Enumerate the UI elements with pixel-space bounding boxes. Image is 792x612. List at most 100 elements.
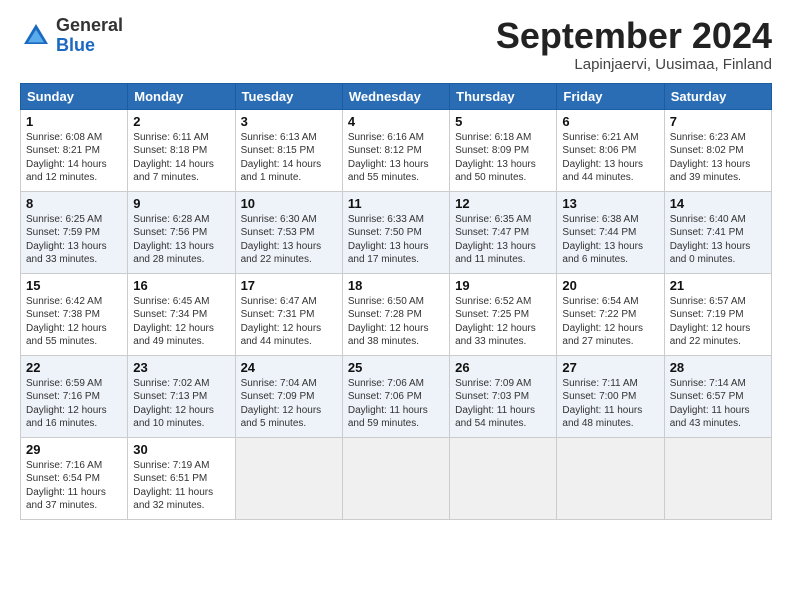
- day-number: 4: [348, 114, 444, 129]
- day-number: 17: [241, 278, 337, 293]
- table-row: [557, 437, 664, 519]
- table-row: 7Sunrise: 6:23 AM Sunset: 8:02 PM Daylig…: [664, 109, 771, 191]
- day-number: 2: [133, 114, 229, 129]
- day-number: 26: [455, 360, 551, 375]
- table-row: 10 Sunrise: 6:30 AM Sunset: 7:53 PM Dayli…: [235, 191, 342, 273]
- table-row: 15 Sunrise: 6:42 AM Sunset: 7:38 PM Dayli…: [21, 273, 128, 355]
- day-number: 13: [562, 196, 658, 211]
- page: General Blue September 2024 Lapinjaervi,…: [0, 0, 792, 530]
- table-row: 11Sunrise: 6:33 AM Sunset: 7:50 PM Dayli…: [342, 191, 449, 273]
- day-info: Sunrise: 6:21 AM Sunset: 8:06 PM Dayligh…: [562, 131, 658, 185]
- col-tuesday: Tuesday: [235, 83, 342, 109]
- col-sunday: Sunday: [21, 83, 128, 109]
- day-info: Sunrise: 7:06 AM Sunset: 7:06 PM Dayligh…: [348, 377, 444, 431]
- day-info: Sunrise: 7:02 AM Sunset: 7:13 PM Dayligh…: [133, 377, 229, 431]
- day-info: Sunrise: 7:16 AM Sunset: 6:54 PM Dayligh…: [26, 459, 122, 513]
- day-info: Sunrise: 7:11 AM Sunset: 7:00 PM Dayligh…: [562, 377, 658, 431]
- table-row: 4 Sunrise: 6:16 AM Sunset: 8:12 PM Daylig…: [342, 109, 449, 191]
- table-row: 2 Sunrise: 6:11 AM Sunset: 8:18 PM Daylig…: [128, 109, 235, 191]
- table-row: [342, 437, 449, 519]
- day-info: Sunrise: 6:11 AM Sunset: 8:18 PM Dayligh…: [133, 131, 229, 185]
- title-block: September 2024 Lapinjaervi, Uusimaa, Fin…: [496, 16, 772, 73]
- day-info: Sunrise: 6:45 AM Sunset: 7:34 PM Dayligh…: [133, 295, 229, 349]
- logo-text: General Blue: [56, 16, 123, 56]
- day-number: 15: [26, 278, 122, 293]
- day-number: 30: [133, 442, 229, 457]
- day-number: 8: [26, 196, 122, 211]
- day-info: Sunrise: 6:47 AM Sunset: 7:31 PM Dayligh…: [241, 295, 337, 349]
- day-info: Sunrise: 7:04 AM Sunset: 7:09 PM Dayligh…: [241, 377, 337, 431]
- day-info: Sunrise: 6:08 AM Sunset: 8:21 PM Dayligh…: [26, 131, 122, 185]
- day-info: Sunrise: 6:35 AM Sunset: 7:47 PM Dayligh…: [455, 213, 551, 267]
- logo: General Blue: [20, 16, 123, 56]
- day-number: 29: [26, 442, 122, 457]
- table-row: 25 Sunrise: 7:06 AM Sunset: 7:06 PM Dayli…: [342, 355, 449, 437]
- logo-general: General: [56, 16, 123, 36]
- header: General Blue September 2024 Lapinjaervi,…: [20, 16, 772, 73]
- table-row: 21 Sunrise: 6:57 AM Sunset: 7:19 PM Dayli…: [664, 273, 771, 355]
- table-row: 29 Sunrise: 7:16 AM Sunset: 6:54 PM Dayli…: [21, 437, 128, 519]
- table-row: 5Sunrise: 6:18 AM Sunset: 8:09 PM Daylig…: [450, 109, 557, 191]
- calendar-row: 1 Sunrise: 6:08 AM Sunset: 8:21 PM Daylig…: [21, 109, 772, 191]
- day-number: 6: [562, 114, 658, 129]
- day-number: 7: [670, 114, 766, 129]
- table-row: 28 Sunrise: 7:14 AM Sunset: 6:57 PM Dayli…: [664, 355, 771, 437]
- col-thursday: Thursday: [450, 83, 557, 109]
- day-number: 14: [670, 196, 766, 211]
- day-info: Sunrise: 6:28 AM Sunset: 7:56 PM Dayligh…: [133, 213, 229, 267]
- day-number: 22: [26, 360, 122, 375]
- col-saturday: Saturday: [664, 83, 771, 109]
- day-number: 21: [670, 278, 766, 293]
- day-number: 24: [241, 360, 337, 375]
- logo-blue: Blue: [56, 36, 123, 56]
- table-row: 3Sunrise: 6:13 AM Sunset: 8:15 PM Daylig…: [235, 109, 342, 191]
- day-number: 9: [133, 196, 229, 211]
- table-row: 23 Sunrise: 7:02 AM Sunset: 7:13 PM Dayli…: [128, 355, 235, 437]
- table-row: [235, 437, 342, 519]
- table-row: 30Sunrise: 7:19 AM Sunset: 6:51 PM Dayli…: [128, 437, 235, 519]
- table-row: 6 Sunrise: 6:21 AM Sunset: 8:06 PM Daylig…: [557, 109, 664, 191]
- day-info: Sunrise: 6:38 AM Sunset: 7:44 PM Dayligh…: [562, 213, 658, 267]
- day-info: Sunrise: 6:30 AM Sunset: 7:53 PM Dayligh…: [241, 213, 337, 267]
- col-friday: Friday: [557, 83, 664, 109]
- table-row: 8Sunrise: 6:25 AM Sunset: 7:59 PM Daylig…: [21, 191, 128, 273]
- day-info: Sunrise: 7:09 AM Sunset: 7:03 PM Dayligh…: [455, 377, 551, 431]
- day-number: 25: [348, 360, 444, 375]
- day-info: Sunrise: 6:57 AM Sunset: 7:19 PM Dayligh…: [670, 295, 766, 349]
- day-number: 28: [670, 360, 766, 375]
- day-info: Sunrise: 6:54 AM Sunset: 7:22 PM Dayligh…: [562, 295, 658, 349]
- day-info: Sunrise: 7:14 AM Sunset: 6:57 PM Dayligh…: [670, 377, 766, 431]
- table-row: 1 Sunrise: 6:08 AM Sunset: 8:21 PM Daylig…: [21, 109, 128, 191]
- table-row: 26 Sunrise: 7:09 AM Sunset: 7:03 PM Dayli…: [450, 355, 557, 437]
- day-number: 12: [455, 196, 551, 211]
- day-info: Sunrise: 6:59 AM Sunset: 7:16 PM Dayligh…: [26, 377, 122, 431]
- day-number: 19: [455, 278, 551, 293]
- day-info: Sunrise: 6:40 AM Sunset: 7:41 PM Dayligh…: [670, 213, 766, 267]
- day-info: Sunrise: 6:42 AM Sunset: 7:38 PM Dayligh…: [26, 295, 122, 349]
- day-number: 10: [241, 196, 337, 211]
- table-row: 24 Sunrise: 7:04 AM Sunset: 7:09 PM Dayli…: [235, 355, 342, 437]
- table-row: 13 Sunrise: 6:38 AM Sunset: 7:44 PM Dayli…: [557, 191, 664, 273]
- table-row: 19 Sunrise: 6:52 AM Sunset: 7:25 PM Dayli…: [450, 273, 557, 355]
- table-row: 27 Sunrise: 7:11 AM Sunset: 7:00 PM Dayli…: [557, 355, 664, 437]
- calendar-table: Sunday Monday Tuesday Wednesday Thursday…: [20, 83, 772, 520]
- day-info: Sunrise: 6:16 AM Sunset: 8:12 PM Dayligh…: [348, 131, 444, 185]
- calendar-row: 8Sunrise: 6:25 AM Sunset: 7:59 PM Daylig…: [21, 191, 772, 273]
- day-info: Sunrise: 6:13 AM Sunset: 8:15 PM Dayligh…: [241, 131, 337, 185]
- calendar-row: 22 Sunrise: 6:59 AM Sunset: 7:16 PM Dayli…: [21, 355, 772, 437]
- table-row: [450, 437, 557, 519]
- day-number: 1: [26, 114, 122, 129]
- day-number: 23: [133, 360, 229, 375]
- table-row: 20Sunrise: 6:54 AM Sunset: 7:22 PM Dayli…: [557, 273, 664, 355]
- table-row: 22 Sunrise: 6:59 AM Sunset: 7:16 PM Dayli…: [21, 355, 128, 437]
- day-number: 16: [133, 278, 229, 293]
- table-row: 17 Sunrise: 6:47 AM Sunset: 7:31 PM Dayli…: [235, 273, 342, 355]
- col-monday: Monday: [128, 83, 235, 109]
- day-number: 11: [348, 196, 444, 211]
- day-number: 5: [455, 114, 551, 129]
- day-info: Sunrise: 6:52 AM Sunset: 7:25 PM Dayligh…: [455, 295, 551, 349]
- logo-icon: [20, 20, 52, 52]
- day-info: Sunrise: 6:50 AM Sunset: 7:28 PM Dayligh…: [348, 295, 444, 349]
- day-number: 27: [562, 360, 658, 375]
- calendar-body: 1 Sunrise: 6:08 AM Sunset: 8:21 PM Daylig…: [21, 109, 772, 519]
